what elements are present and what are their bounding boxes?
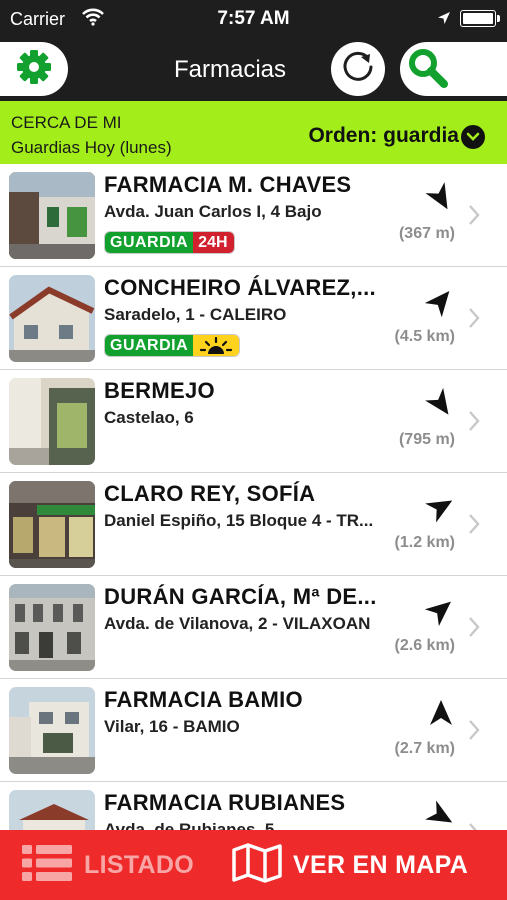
direction-arrow-icon <box>424 594 457 627</box>
battery-tip <box>497 15 500 22</box>
list-item[interactable]: CONCHEIRO ÁLVAREZ,... Saradelo, 1 - CALE… <box>0 267 507 370</box>
direction-arrow-icon <box>425 697 457 729</box>
pharmacy-name: CONCHEIRO ÁLVAREZ,... <box>104 275 376 300</box>
filter-bar[interactable]: CERCA DE MI Guardias Hoy (lunes) Orden: … <box>0 101 507 164</box>
location-filter-label: CERCA DE MI <box>11 113 122 132</box>
pharmacy-name: FARMACIA M. CHAVES <box>104 172 352 197</box>
pharmacy-address: Avda. de Rubianes, 5 <box>104 820 275 830</box>
pharmacy-photo <box>9 275 95 362</box>
chevron-right-icon <box>468 410 480 437</box>
pharmacy-photo <box>9 687 95 774</box>
chevron-down-icon[interactable] <box>461 125 485 149</box>
pharmacy-address: Avda. de Vilanova, 2 - VILAXOAN <box>104 614 371 633</box>
list-item[interactable]: FARMACIA BAMIO Vilar, 16 - BAMIO (2.7 km… <box>0 679 507 782</box>
distance-label: (1.2 km) <box>394 534 455 551</box>
list-icon <box>22 843 72 888</box>
chevron-right-icon <box>468 822 480 830</box>
pharmacy-name: BERMEJO <box>104 378 215 403</box>
sun-icon <box>193 335 240 356</box>
guard-badge: GUARDIA 24H <box>104 231 235 254</box>
direction-arrow-icon <box>425 182 457 214</box>
sort-order-label[interactable]: Orden: guardia <box>308 124 459 148</box>
refresh-icon <box>339 48 377 91</box>
pharmacy-name: FARMACIA BAMIO <box>104 687 303 712</box>
clock: 7:57 AM <box>217 8 290 29</box>
hours-label: 24H <box>193 232 234 253</box>
location-services-icon <box>437 11 451 30</box>
gear-icon <box>14 47 54 92</box>
map-view-button[interactable]: VER EN MAPA <box>231 842 469 889</box>
pharmacy-address: Saradelo, 1 - CALEIRO <box>104 305 287 324</box>
pharmacy-photo <box>9 584 95 671</box>
navigation-bar: Farmacias <box>0 38 507 101</box>
pharmacy-address: Castelao, 6 <box>104 408 194 427</box>
guard-label: GUARDIA <box>105 232 194 253</box>
list-item[interactable]: FARMACIA RUBIANES Avda. de Rubianes, 5 <box>0 782 507 830</box>
distance-label: (2.7 km) <box>394 740 455 757</box>
pharmacy-address: Daniel Espiño, 15 Bloque 4 - TR... <box>104 511 374 530</box>
guard-badge: GUARDIA <box>104 334 241 357</box>
pharmacy-list[interactable]: FARMACIA M. CHAVES Avda. Juan Carlos I, … <box>0 164 507 830</box>
distance-label: (4.5 km) <box>394 328 455 345</box>
chevron-right-icon <box>468 307 480 334</box>
pharmacy-address: Vilar, 16 - BAMIO <box>104 717 240 736</box>
list-item[interactable]: CLARO REY, SOFÍA Daniel Espiño, 15 Bloqu… <box>0 473 507 576</box>
list-item[interactable]: FARMACIA M. CHAVES Avda. Juan Carlos I, … <box>0 164 507 267</box>
pharmacy-photo <box>9 378 95 465</box>
list-view-label: LISTADO <box>84 850 194 879</box>
settings-button[interactable] <box>0 42 68 96</box>
page-title: Farmacias <box>173 56 287 83</box>
pharmacy-name: CLARO REY, SOFÍA <box>104 481 316 506</box>
search-icon <box>404 44 450 95</box>
distance-label: (367 m) <box>398 225 455 242</box>
bottom-tab-bar: LISTADO VER EN MAPA <box>0 830 507 900</box>
list-view-button[interactable]: LISTADO <box>22 844 194 886</box>
status-bar: Carrier 7:57 AM <box>0 0 507 38</box>
distance-label: (795 m) <box>398 431 455 448</box>
list-item[interactable]: DURÁN GARCÍA, Mª DE... Avda. de Vilanova… <box>0 576 507 679</box>
chevron-right-icon <box>468 719 480 746</box>
pharmacy-photo <box>9 481 95 568</box>
list-item[interactable]: BERMEJO Castelao, 6 (795 m) <box>0 370 507 473</box>
pharmacy-photo <box>9 172 95 259</box>
guard-label: GUARDIA <box>105 335 194 356</box>
direction-arrow-icon <box>425 491 457 523</box>
battery-icon <box>460 10 496 27</box>
chevron-right-icon <box>468 616 480 643</box>
pharmacy-name: FARMACIA RUBIANES <box>104 790 346 815</box>
distance-label: (2.6 km) <box>394 637 455 654</box>
map-view-label: VER EN MAPA <box>293 850 469 879</box>
direction-arrow-icon <box>425 387 457 420</box>
schedule-filter-label: Guardias Hoy (lunes) <box>11 138 172 157</box>
pharmacy-name: DURÁN GARCÍA, Mª DE... <box>104 584 377 609</box>
search-button[interactable] <box>400 42 507 96</box>
pharmacy-address: Avda. Juan Carlos I, 4 Bajo <box>104 202 322 221</box>
chevron-right-icon <box>468 513 480 540</box>
direction-arrow-icon <box>425 800 457 830</box>
chevron-right-icon <box>468 204 480 231</box>
pharmacy-photo <box>9 790 95 830</box>
direction-arrow-icon <box>424 285 457 318</box>
refresh-button[interactable] <box>331 42 385 96</box>
map-icon <box>231 842 283 889</box>
